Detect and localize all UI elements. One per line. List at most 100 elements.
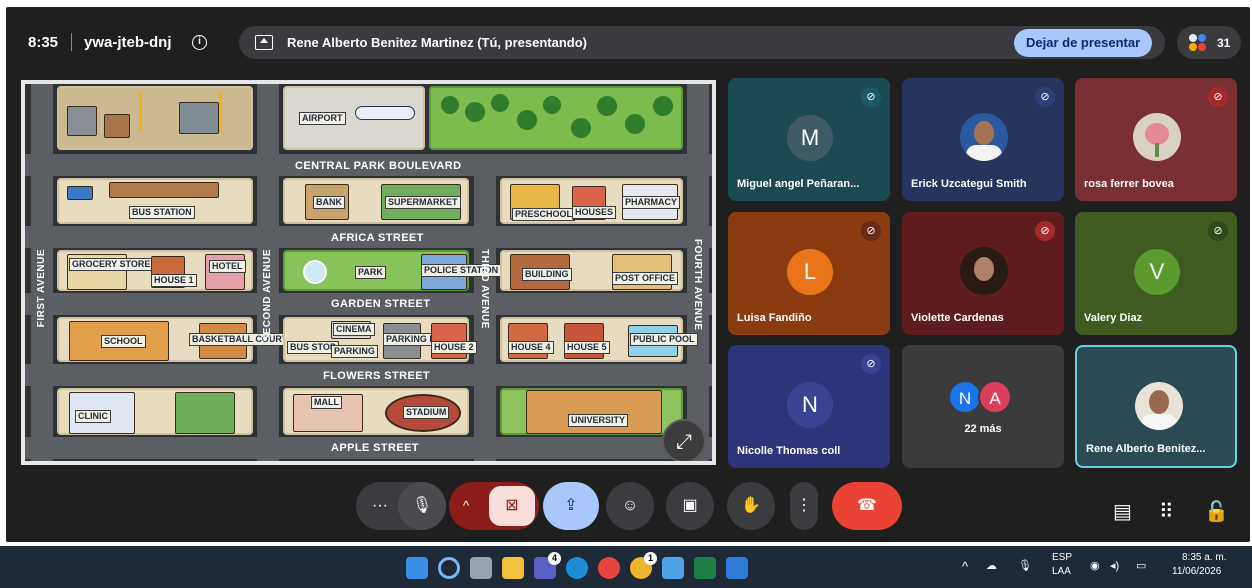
street-fourth-avenue: FOURTH AVENUE xyxy=(692,239,703,331)
participant-name: Luisa Fandiño xyxy=(737,312,812,324)
participants-button[interactable]: 31 xyxy=(1177,26,1241,59)
clinic-label: CLINIC xyxy=(75,410,111,423)
language-code[interactable]: ESP xyxy=(1052,552,1072,563)
present-screen-icon xyxy=(255,35,273,50)
chrome-profile-icon[interactable]: 1 xyxy=(630,552,657,579)
avatar xyxy=(960,247,1008,295)
mall-block: MALL STADIUM xyxy=(283,388,469,435)
windows-taskbar: 4 1 ^ ☁ 🎙 ESP LAA ◉ ◂) ▭ 8:35 a. m. 11/0… xyxy=(0,546,1252,588)
teams-icon[interactable]: 4 xyxy=(534,552,561,579)
search-icon[interactable] xyxy=(438,557,460,579)
notification-badge: 1 xyxy=(644,552,657,565)
clock-time[interactable]: 8:35 a. m. xyxy=(1182,552,1226,563)
bus-station-building xyxy=(109,182,219,198)
emoji-button[interactable]: ☺ xyxy=(606,482,654,530)
crane-icon xyxy=(139,92,142,132)
tree-icon xyxy=(597,96,617,116)
participant-tile[interactable]: ⊘ V Valery Diaz xyxy=(1075,212,1237,335)
presenting-text: Rene Alberto Benitez Martinez (Tú, prese… xyxy=(287,35,587,50)
mall-label: MALL xyxy=(311,396,342,409)
info-icon[interactable]: i xyxy=(192,35,207,50)
wifi-icon[interactable]: ◉ xyxy=(1090,559,1100,572)
avatar xyxy=(1135,382,1183,430)
avatar: N xyxy=(787,382,833,428)
tree-icon xyxy=(571,118,591,138)
meet-window: 8:35 ywa-jteb-dnj i Rene Alberto Benitez… xyxy=(6,7,1250,542)
chat-icon[interactable]: ▤ xyxy=(1113,499,1132,524)
participant-tile-self[interactable]: Rene Alberto Benitez... xyxy=(1075,345,1237,468)
houses-label: HOUSES xyxy=(572,206,617,219)
language-region[interactable]: LAA xyxy=(1052,566,1071,577)
avatar: A xyxy=(978,380,1012,414)
photos-icon[interactable] xyxy=(726,557,748,579)
participant-name: Erick Uzcategui Smith xyxy=(911,178,1027,190)
mic-off-icon: ⊘ xyxy=(861,87,881,107)
task-view-icon[interactable] xyxy=(470,557,492,579)
mic-off-icon: ⊘ xyxy=(861,221,881,241)
mic-off-icon: ⊘ xyxy=(1035,87,1055,107)
crane-icon xyxy=(219,92,222,132)
construction-block xyxy=(57,86,253,150)
hotel-label: HOTEL xyxy=(209,260,246,273)
street-central-park: CENTRAL PARK BOULEVARD xyxy=(295,160,462,172)
university-block: UNIVERSITY xyxy=(500,388,683,435)
end-call-button[interactable]: ☎ xyxy=(832,482,902,530)
bus-icon xyxy=(67,186,93,200)
post-office-label: POST OFFICE xyxy=(612,272,679,285)
participant-tile[interactable]: ⊘ rosa ferrer bovea xyxy=(1075,78,1237,201)
notepad-icon[interactable] xyxy=(662,557,684,579)
participant-tile[interactable]: ⊘ N Nicolle Thomas coll xyxy=(728,345,890,468)
tree-icon xyxy=(625,114,645,134)
more-mic-group: ··· 🎙 xyxy=(356,482,446,530)
mic-icon[interactable]: 🎙 xyxy=(398,482,446,530)
participant-tile[interactable]: ⊘ L Luisa Fandiño xyxy=(728,212,890,335)
volume-icon[interactable]: ◂) xyxy=(1110,559,1119,572)
tree-icon xyxy=(441,96,459,114)
mic-icon[interactable]: 🎙 xyxy=(1018,559,1032,572)
camera-group: ^ ⊠ xyxy=(449,482,539,530)
tree-icon xyxy=(517,110,537,130)
street-africa: AFRICA STREET xyxy=(331,232,424,244)
houses-pool-block: HOUSE 4 HOUSE 5 PUBLIC POOL xyxy=(500,317,698,362)
battery-icon[interactable]: ▭ xyxy=(1136,559,1146,572)
more-dots-icon[interactable]: ··· xyxy=(372,482,388,530)
excel-icon[interactable] xyxy=(694,557,716,579)
edge-icon[interactable] xyxy=(566,557,588,579)
meeting-time: 8:35 xyxy=(28,34,59,51)
chevron-up-icon[interactable]: ^ xyxy=(962,559,968,574)
onedrive-icon[interactable]: ☁ xyxy=(986,559,997,572)
parking-label: PARKING xyxy=(331,345,378,358)
captions-button[interactable]: ▣ xyxy=(666,482,714,530)
vertical-dots-icon: ⋮ xyxy=(796,497,812,514)
shared-screen-map: AIRPORT CENTRAL PARK BOULEVARD BUS STATI… xyxy=(21,80,716,465)
start-icon[interactable] xyxy=(406,557,428,579)
present-button[interactable]: ⇪ xyxy=(543,482,599,530)
public-pool-label: PUBLIC POOL xyxy=(630,333,698,346)
host-controls-icon[interactable]: 🔓 xyxy=(1204,499,1229,524)
preschool-label: PRESCHOOL xyxy=(512,208,576,221)
participant-tile[interactable]: ⊘ Violette Cardenas xyxy=(902,212,1064,335)
chevron-up-icon[interactable]: ^ xyxy=(463,482,469,530)
camera-off-icon[interactable]: ⊠ xyxy=(489,486,535,526)
clinic-block: CLINIC xyxy=(57,388,253,435)
participant-tile[interactable]: ⊘ Erick Uzcategui Smith xyxy=(902,78,1064,201)
raise-hand-button[interactable]: ✋ xyxy=(727,482,775,530)
expand-icon[interactable]: ⤢ xyxy=(662,419,706,461)
chrome-icon[interactable] xyxy=(598,557,620,579)
participant-tile[interactable]: ⊘ M Miguel angel Peñaran... xyxy=(728,78,890,201)
tree-icon xyxy=(653,96,673,116)
street-garden: GARDEN STREET xyxy=(331,298,431,310)
activities-icon[interactable]: ⠿ xyxy=(1159,499,1174,524)
cinema-label: CINEMA xyxy=(333,323,375,336)
office-building xyxy=(175,392,235,434)
top-bar: 8:35 ywa-jteb-dnj i Rene Alberto Benitez… xyxy=(6,23,1250,63)
airport-label: AIRPORT xyxy=(299,112,346,125)
more-participants-tile[interactable]: N A 22 más xyxy=(902,345,1064,468)
more-options-button[interactable]: ⋮ xyxy=(790,482,818,530)
university-building xyxy=(526,390,662,434)
file-explorer-icon[interactable] xyxy=(502,557,524,579)
school-label: SCHOOL xyxy=(101,335,146,348)
clock-date[interactable]: 11/06/2026 xyxy=(1172,566,1221,577)
stop-presenting-button[interactable]: Dejar de presentar xyxy=(1014,29,1153,57)
street-first-avenue: FIRST AVENUE xyxy=(36,249,47,328)
